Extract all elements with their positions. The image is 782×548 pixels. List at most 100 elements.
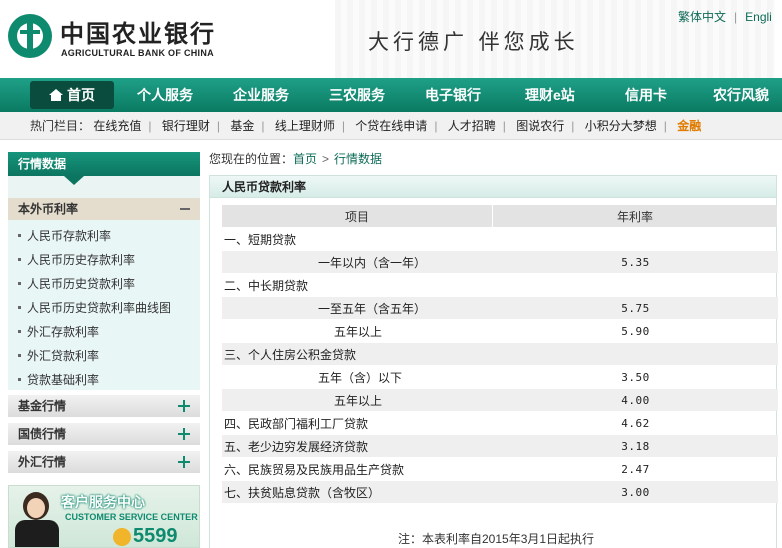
hot-link-points[interactable]: 小积分大梦想 <box>585 119 657 133</box>
expand-icon[interactable] <box>178 428 190 440</box>
cs-number: 5599 <box>133 525 178 547</box>
sidebar-category-bond[interactable]: 国债行情 <box>8 423 200 445</box>
row-rate <box>493 274 778 296</box>
hot-link-fund[interactable]: 基金 <box>230 119 254 133</box>
sidebar-category-fund[interactable]: 基金行情 <box>8 395 200 417</box>
abc-logo-icon[interactable] <box>8 14 52 58</box>
row-item: 一年以内（含一年） <box>222 251 493 273</box>
sidebar-item[interactable]: 人民币历史存款利率 <box>18 251 135 271</box>
row-rate: 3.00 <box>493 481 778 503</box>
lang-english-link[interactable]: Engli <box>745 10 772 24</box>
row-item: 五、老少边穷发展经济贷款 <box>222 435 493 457</box>
row-item: 五年以上 <box>222 389 493 411</box>
sidebar-title: 行情数据 <box>8 152 200 176</box>
lang-separator: | <box>734 10 738 24</box>
sidebar-arrow-icon <box>64 176 84 185</box>
bank-name-cn: 中国农业银行 <box>60 20 216 48</box>
hot-link-careers[interactable]: 人才招聘 <box>448 119 496 133</box>
breadcrumb-prefix: 您现在的位置： <box>209 152 294 166</box>
hot-link-finance[interactable]: 金融 <box>677 119 701 133</box>
row-rate: 2.47 <box>621 462 650 476</box>
table-row: 一、短期贷款 <box>222 228 778 250</box>
bank-name-en: AGRICULTURAL BANK OF CHINA <box>61 48 214 58</box>
column-header-rate: 年利率 <box>493 205 778 227</box>
service-agent-icon <box>15 492 59 547</box>
table-row: 七、扶贫贴息贷款（含牧区） 3.00 <box>222 481 778 503</box>
table-row: 三、个人住房公积金贷款 <box>222 343 778 365</box>
row-rate: 4.00 <box>493 389 778 411</box>
nav-item-corporate[interactable]: 企业服务 <box>233 78 289 112</box>
sidebar-category-label: 国债行情 <box>18 427 67 441</box>
phone-icon <box>113 528 131 546</box>
row-item: 四、民政部门福利工厂贷款 <box>224 416 369 431</box>
nav-item-personal[interactable]: 个人服务 <box>137 78 193 112</box>
row-rate: 5.75 <box>493 297 778 319</box>
table-row: 五、老少边穷发展经济贷款 3.18 <box>222 435 778 457</box>
sidebar-item[interactable]: 人民币历史贷款利率曲线图 <box>18 299 171 319</box>
hot-link-loan-apply[interactable]: 个贷在线申请 <box>355 119 427 133</box>
table-row: 一至五年（含五年） 5.75 <box>222 297 778 319</box>
table-row: 一年以内（含一年） 5.35 <box>222 251 778 273</box>
row-rate: 3.50 <box>621 370 650 384</box>
column-header-item: 项目 <box>222 205 493 227</box>
sidebar-category-fx[interactable]: 外汇行情 <box>8 451 200 473</box>
row-item: 五年（含）以下 <box>318 370 403 385</box>
breadcrumb-current-link[interactable]: 行情数据 <box>334 152 382 166</box>
row-rate: 3.18 <box>493 435 778 457</box>
table-footnote: 注：本表利率自2015年3月1日起执行 <box>398 532 595 546</box>
table-row: 四、民政部门福利工厂贷款 4.62 <box>222 412 778 434</box>
breadcrumb-home-link[interactable]: 首页 <box>293 152 317 166</box>
hot-topics-label: 热门栏目： <box>30 119 91 133</box>
row-item: 三、个人住房公积金贷款 <box>222 343 493 365</box>
sidebar-item[interactable]: 外汇存款利率 <box>18 323 99 343</box>
cs-title: 客户服务中心 <box>61 494 145 510</box>
expand-icon[interactable] <box>178 456 190 468</box>
language-switcher: 繁体中文 | Engli <box>678 8 772 25</box>
rates-table: 项目 年利率 一、短期贷款 一年以内（含一年） 5.35 二、中长期贷款 一至五年… <box>222 204 778 504</box>
table-row: 六、民族贸易及民族用品生产贷款 2.47 <box>222 458 778 480</box>
nav-item-credit-card[interactable]: 信用卡 <box>625 78 667 112</box>
row-item: 一至五年（含五年） <box>222 297 493 319</box>
site-header: 中国农业银行 AGRICULTURAL BANK OF CHINA 大行德广 伴… <box>0 0 782 78</box>
hot-link-wealth[interactable]: 银行理财 <box>162 119 210 133</box>
rates-panel: 人民币贷款利率 项目 年利率 一、短期贷款 一年以内（含一年） 5.35 二、中长… <box>209 175 778 548</box>
row-rate: 4.62 <box>621 416 650 430</box>
hot-link-recharge[interactable]: 在线充值 <box>93 119 141 133</box>
collapse-icon[interactable] <box>180 208 190 210</box>
table-row: 五年以上 4.00 <box>222 389 778 411</box>
sidebar-band <box>8 176 200 198</box>
nav-item-agri[interactable]: 三农服务 <box>329 78 385 112</box>
table-row: 五年以上 5.90 <box>222 320 778 342</box>
hot-link-gallery[interactable]: 图说农行 <box>516 119 564 133</box>
nav-home-button[interactable]: 首页 <box>30 81 114 109</box>
customer-service-banner[interactable]: 客户服务中心 CUSTOMER SERVICE CENTER 5599 <box>8 485 200 548</box>
home-icon <box>49 89 63 101</box>
sidebar-category-rates[interactable]: 本外币利率 <box>8 198 200 220</box>
hot-link-advisor[interactable]: 线上理财师 <box>275 119 335 133</box>
nav-item-wealth[interactable]: 理财e站 <box>525 78 575 112</box>
sidebar-category-label: 基金行情 <box>18 399 67 413</box>
table-row: 二、中长期贷款 <box>222 274 778 296</box>
row-item: 七、扶贫贴息贷款（含牧区） <box>222 481 493 503</box>
sidebar-item[interactable]: 人民币历史贷款利率 <box>18 275 135 295</box>
row-item: 一、短期贷款 <box>224 232 297 247</box>
main-nav: 首页 个人服务 企业服务 三农服务 电子银行 理财e站 信用卡 农行风貌 <box>0 78 782 112</box>
row-rate: 5.35 <box>493 251 778 273</box>
sidebar-category-label: 本外币利率 <box>18 202 79 216</box>
sidebar-item[interactable]: 贷款基础利率 <box>18 371 99 391</box>
hot-topics-bar: 热门栏目： 在线充值 | 银行理财 | 基金 | 线上理财师 | 个贷在线申请 | 人才招… <box>0 112 782 140</box>
slogan: 大行德广 伴您成长 <box>368 30 579 54</box>
row-item: 五年以上 <box>334 324 383 339</box>
expand-icon[interactable] <box>178 400 190 412</box>
sidebar-category-label: 外汇行情 <box>18 455 67 469</box>
sidebar-item[interactable]: 人民币存款利率 <box>18 227 111 247</box>
table-row: 五年（含）以下 3.50 <box>222 366 778 388</box>
nav-item-about[interactable]: 农行风貌 <box>713 78 769 112</box>
row-rate <box>493 228 778 250</box>
row-rate: 5.90 <box>621 324 650 338</box>
lang-traditional-link[interactable]: 繁体中文 <box>678 10 726 24</box>
nav-item-ebank[interactable]: 电子银行 <box>425 78 481 112</box>
cs-subtitle: CUSTOMER SERVICE CENTER <box>65 512 198 522</box>
sidebar-item[interactable]: 外汇贷款利率 <box>18 347 99 367</box>
nav-home-label: 首页 <box>67 87 95 103</box>
